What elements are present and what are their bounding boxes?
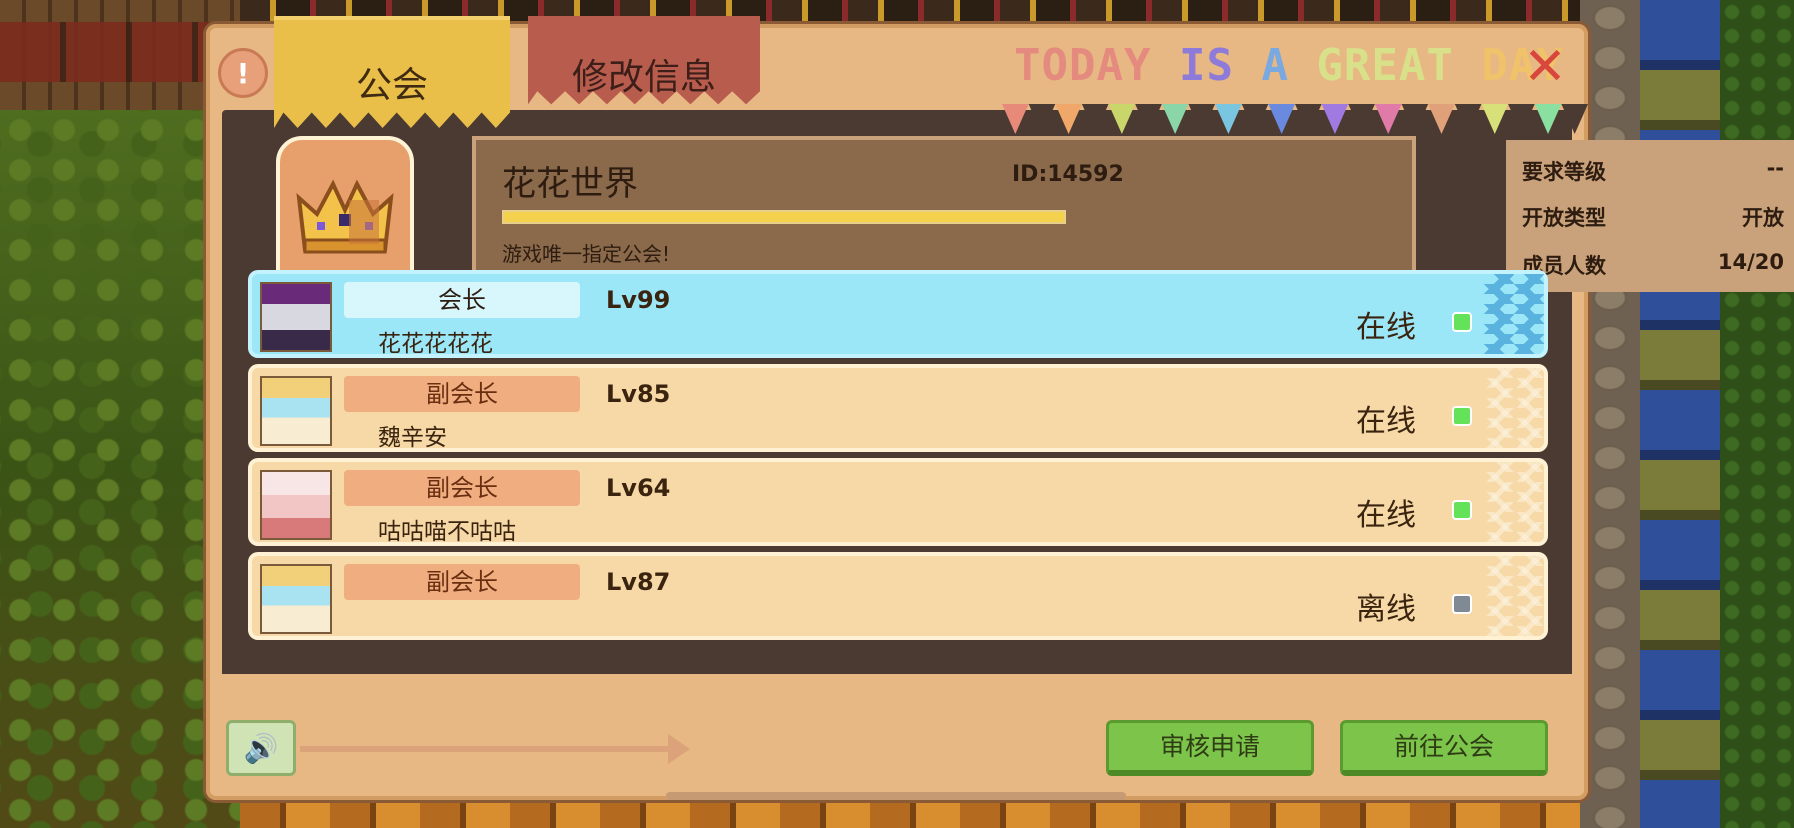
member-role: 副会长: [344, 376, 580, 412]
avatar: [260, 564, 332, 634]
info-value: 开放: [1742, 206, 1784, 230]
bunting-flag: [1561, 104, 1588, 134]
avatar: [260, 282, 332, 352]
zigzag-decoration: [1484, 556, 1544, 636]
tab-edit-info[interactable]: 修改信息: [528, 16, 760, 105]
bunting-flag: [1401, 104, 1429, 134]
member-level: Lv85: [606, 380, 671, 408]
bunting-flag: [1428, 104, 1455, 134]
member-role: 副会长: [344, 564, 580, 600]
bunting-flag: [1188, 104, 1216, 134]
tab-guild[interactable]: 公会: [274, 16, 510, 128]
member-list[interactable]: 会长 花花花花花 Lv99 在线 副会长 魏辛安 Lv85 在线 副会长 咕咕喵…: [248, 270, 1548, 686]
guild-description: 游戏唯一指定公会!: [502, 242, 671, 266]
member-status: 在线: [1356, 404, 1416, 439]
close-icon: ✕: [1523, 37, 1567, 97]
member-name: 咕咕喵不咕咕: [378, 519, 516, 545]
bunting-flag: [1028, 104, 1056, 134]
bunting-flag: [1081, 104, 1109, 134]
member-row[interactable]: 会长 花花花花花 Lv99 在线: [248, 270, 1548, 358]
exclamation-icon: !: [236, 56, 250, 90]
bunting-flag: [1215, 104, 1242, 134]
avatar: [260, 470, 332, 540]
member-row[interactable]: 副会长 魏辛安 Lv85 在线: [248, 364, 1548, 452]
bunting-flag: [1295, 104, 1322, 134]
arrow-decoration: [300, 746, 680, 752]
member-count-row: 成员人数 14/20: [1522, 250, 1784, 280]
bunting-flag: [1055, 104, 1082, 134]
info-label: 开放类型: [1522, 206, 1606, 230]
member-name: 魏辛安: [378, 425, 447, 451]
open-type-row: 开放类型 开放: [1522, 202, 1784, 232]
guild-stats-panel: 要求等级 -- 开放类型 开放 成员人数 14/20: [1506, 140, 1794, 292]
tab-label: 修改信息: [571, 57, 716, 98]
today-banner-text: TODAY IS A GREAT DAY: [1014, 40, 1564, 91]
info-label: 要求等级: [1522, 160, 1606, 184]
banner-word: TODAY: [1014, 40, 1179, 91]
bunting-flag: [1508, 104, 1535, 134]
voice-chat-button[interactable]: 🔊: [226, 720, 296, 776]
member-status: 在线: [1356, 498, 1416, 533]
member-level: Lv99: [606, 286, 671, 314]
review-applications-button[interactable]: 审核申请: [1106, 720, 1314, 776]
list-bottom-edge: [222, 674, 1572, 698]
bunting-flag: [1454, 104, 1482, 134]
tab-label: 公会: [355, 65, 428, 106]
banner-word: A: [1261, 40, 1317, 91]
zigzag-decoration: [1484, 462, 1544, 542]
member-role: 副会长: [344, 470, 580, 506]
arrow-head-decoration: [668, 734, 690, 764]
bunting-flag: [1321, 104, 1349, 134]
member-level: Lv64: [606, 474, 671, 502]
bunting-flag: [1534, 104, 1562, 134]
bunting-flag: [1374, 104, 1402, 134]
roof-scenery: [0, 22, 240, 82]
bunting-flag: [1348, 104, 1375, 134]
zigzag-decoration: [1484, 274, 1544, 354]
bunting-flag: [1268, 104, 1295, 134]
info-value: 14/20: [1717, 250, 1784, 274]
online-indicator: [1452, 312, 1472, 332]
guild-panel: ! 修改信息 公会 TODAY IS A GREAT DAY ✕ 花花世界 ID…: [206, 16, 1794, 800]
guild-name: 花花世界: [502, 164, 638, 204]
online-indicator: [1452, 500, 1472, 520]
member-status: 离线: [1356, 592, 1416, 627]
bunting-flag: [1161, 104, 1189, 134]
forest-scenery: [0, 110, 240, 828]
member-level: Lv87: [606, 568, 671, 596]
member-row[interactable]: 副会长 Lv87 离线: [248, 552, 1548, 640]
bottom-scenery: [240, 800, 1580, 828]
scrollbar[interactable]: [666, 792, 1126, 800]
close-button[interactable]: ✕: [1522, 41, 1568, 93]
guild-exp-fill: [504, 212, 1064, 222]
guild-exp-bar: [502, 210, 1066, 224]
guild-id: ID:14592: [1012, 162, 1124, 187]
bunting-flag: [1241, 104, 1269, 134]
banner-word: IS: [1178, 40, 1262, 91]
bunting-flag: [1481, 104, 1509, 134]
offline-indicator: [1452, 594, 1472, 614]
go-to-guild-button[interactable]: 前往公会: [1340, 720, 1548, 776]
banner-column-scenery: [1640, 0, 1720, 828]
help-button[interactable]: !: [218, 48, 268, 98]
member-name: 花花花花花: [378, 331, 493, 357]
member-status: 在线: [1356, 310, 1416, 345]
speaker-icon: 🔊: [243, 731, 279, 765]
grass-scenery: [1720, 0, 1794, 828]
member-role: 会长: [344, 282, 580, 318]
banner-word: GREAT: [1316, 40, 1482, 91]
bunting-flag: [1108, 104, 1136, 134]
avatar: [260, 376, 332, 446]
bunting-flag: [1002, 104, 1029, 134]
member-row[interactable]: 副会长 咕咕喵不咕咕 Lv64 在线: [248, 458, 1548, 546]
required-level-row: 要求等级 --: [1522, 156, 1784, 186]
crown-icon: [296, 179, 394, 254]
info-value: --: [1766, 156, 1784, 180]
online-indicator: [1452, 406, 1472, 426]
bunting-flag: [1135, 104, 1162, 134]
zigzag-decoration: [1484, 368, 1544, 448]
